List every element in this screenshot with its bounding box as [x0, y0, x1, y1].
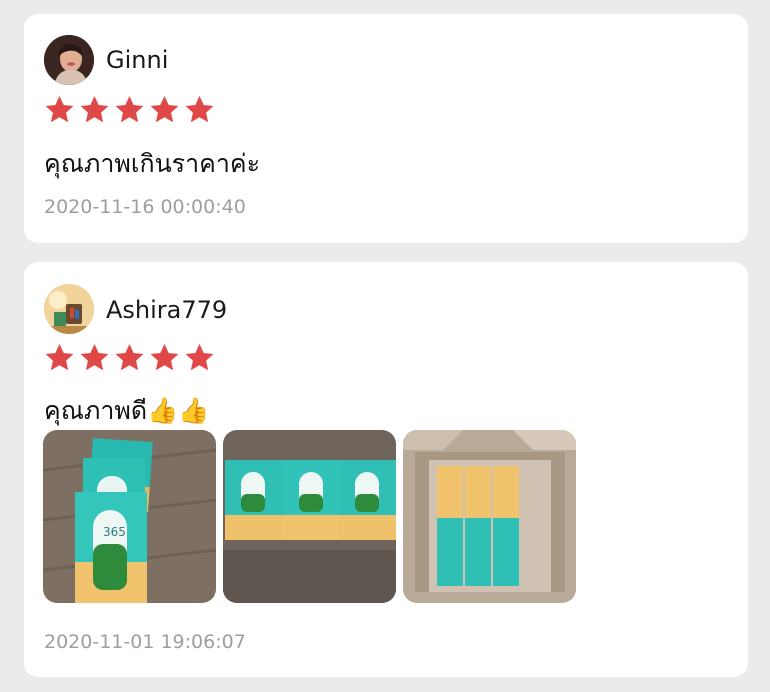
- review-comment: คุณภาพดี👍👍: [44, 396, 210, 425]
- review-card: Ginni คุณภาพเกินราคาค่ะ 2020-11-16 00:00…: [24, 14, 748, 243]
- star-icon: [45, 95, 74, 123]
- avatar[interactable]: [44, 35, 94, 85]
- user-photo-icon: [44, 35, 94, 85]
- star-icon: [115, 343, 144, 371]
- star-icon: [150, 95, 179, 123]
- star-icon: [80, 95, 109, 123]
- product-box-photo-icon: [403, 430, 576, 603]
- user-photo-icon: [44, 284, 94, 334]
- star-rating: [44, 342, 215, 373]
- product-box-photo-icon: [223, 430, 396, 603]
- review-photo[interactable]: 365: [43, 430, 216, 603]
- star-icon: [150, 343, 179, 371]
- review-timestamp: 2020-11-01 19:06:07: [44, 631, 246, 653]
- review-photo[interactable]: [223, 430, 396, 603]
- star-rating: [44, 94, 215, 125]
- product-box-photo-icon: 365: [43, 430, 216, 603]
- review-photo[interactable]: [403, 430, 576, 603]
- star-icon: [185, 95, 214, 123]
- review-timestamp: 2020-11-16 00:00:40: [44, 196, 246, 218]
- avatar[interactable]: [44, 284, 94, 334]
- star-icon: [185, 343, 214, 371]
- review-photos: 365: [43, 430, 576, 603]
- star-icon: [80, 343, 109, 371]
- svg-text:365: 365: [103, 525, 126, 539]
- star-icon: [115, 95, 144, 123]
- review-comment: คุณภาพเกินราคาค่ะ: [44, 149, 261, 178]
- star-icon: [45, 343, 74, 371]
- reviewer-name[interactable]: Ginni: [106, 46, 168, 74]
- reviewer-name[interactable]: Ashira779: [106, 296, 227, 324]
- review-card: Ashira779 คุณภาพดี👍👍 365 2020-11-01 19:0…: [24, 262, 748, 677]
